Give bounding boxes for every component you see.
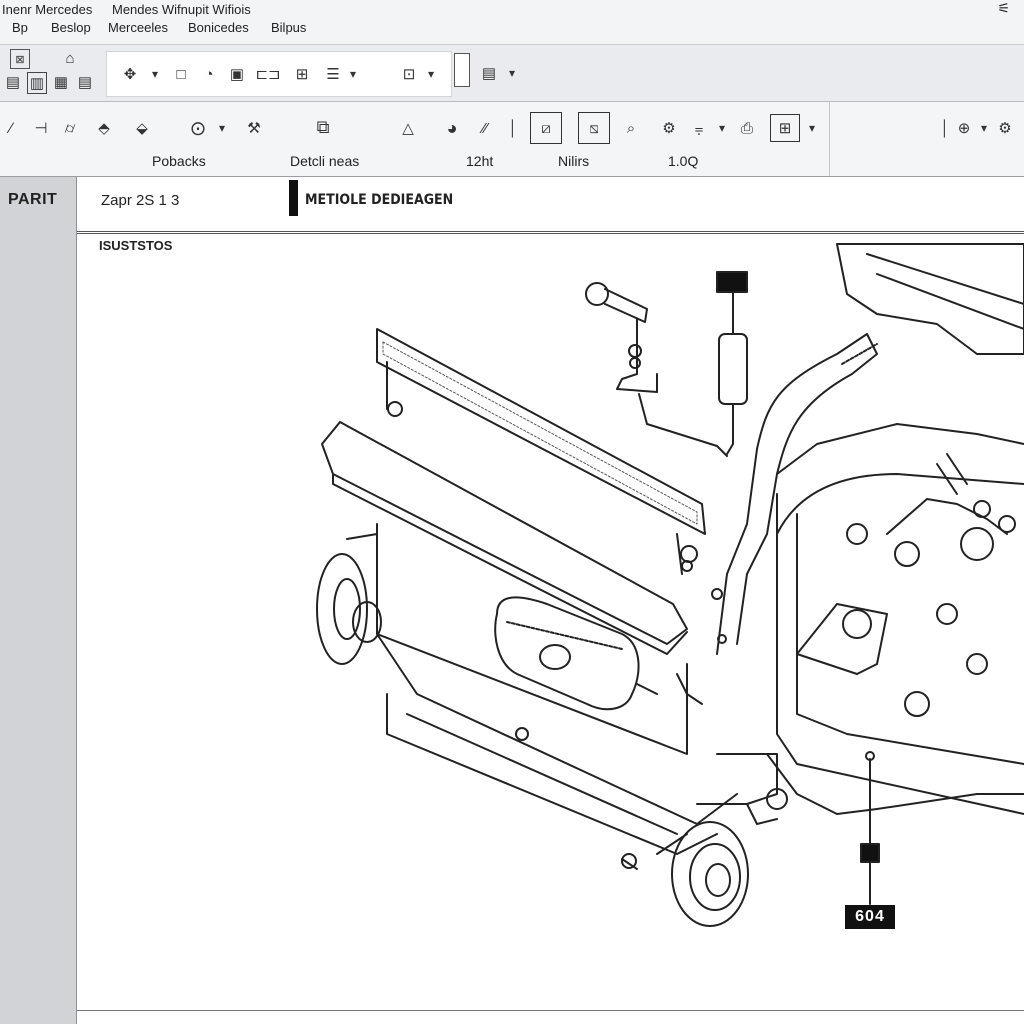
part-number: Zapr 2S 1 3 (101, 192, 180, 209)
chevron-down-icon[interactable]: ▾ (347, 64, 359, 84)
diagram-view[interactable]: ISUSTSTOS 604 (77, 234, 1024, 1011)
wrench-icon[interactable]: ⊣ (30, 116, 52, 140)
rotate-icon[interactable]: ⊙ (184, 116, 212, 140)
window-title: Inenr Mercedes (2, 2, 93, 17)
chevron-down-icon[interactable]: ▾ (716, 116, 728, 140)
lower-housing (346, 523, 738, 855)
toolbar-label-zoom: 1.0Q (668, 153, 699, 169)
zoom-icon[interactable]: ⊕ (950, 116, 978, 140)
divider-icon: │ (508, 119, 518, 137)
toolbar-tool-group: ✥ ▾ □ ◔ ▣ ⊏⊐ ⊞ ☰ ▾ ⊡ ▾ (106, 51, 452, 97)
title-bar: Inenr Mercedes Mendes Wifnupit Wifiois ⚟… (0, 0, 1024, 45)
rows-icon[interactable]: ☰ (322, 64, 344, 84)
settings-icon[interactable]: ⚙ (656, 116, 682, 140)
bottom-callout (860, 751, 880, 905)
eraser-icon[interactable]: ⬘ (92, 116, 116, 140)
document-icon[interactable]: ▦ (52, 72, 70, 92)
window-control-icon[interactable]: ⚟ (997, 0, 1010, 17)
panel-label: PARIT (8, 191, 58, 208)
left-panel: PARIT (0, 177, 77, 1024)
oil-pan-opening (494, 596, 640, 711)
left-pulley (316, 553, 382, 665)
probe-icon[interactable]: ⁄⁄ (468, 116, 502, 140)
chevron-down-icon[interactable]: ▾ (506, 63, 518, 83)
chevron-down-icon[interactable]: ▾ (216, 116, 228, 140)
chevron-down-icon[interactable]: ▾ (978, 116, 990, 140)
callout-label: 604 (845, 905, 895, 929)
cone-icon[interactable]: △ (396, 116, 420, 140)
square-icon[interactable]: □ (171, 64, 191, 84)
arrow-icon[interactable]: ∕ (4, 116, 18, 140)
layers-icon[interactable]: ⩦ (684, 116, 714, 140)
radiator-grille (376, 328, 706, 575)
menu-item-bilpus[interactable]: Bilpus (271, 20, 306, 35)
app-name: Mendes Wifnupit Wifiois (112, 2, 251, 17)
divider-icon: │ (940, 119, 950, 137)
toolbar-label-pobacks: Pobacks (152, 153, 206, 169)
image-icon[interactable]: ⊡ (399, 64, 419, 84)
menu-item-bp[interactable]: Bp (12, 20, 28, 35)
fittings (515, 588, 727, 741)
section-title: METIOLE DEDIEAGEN (305, 192, 454, 208)
schematic-icon[interactable]: ⧅ (578, 112, 610, 144)
toolbar-label-detcli: Detcli neas (290, 153, 360, 169)
plug-icon[interactable]: ⊞ (291, 64, 313, 84)
folder-open-icon[interactable]: ⌭ (56, 116, 84, 140)
chart-icon[interactable]: ▥ (27, 72, 47, 94)
toolbar-separator (829, 102, 830, 176)
toolbar-secondary: ∕ ⊣ ⌭ ⬘ ⬙ ⊙ ▾ ⚒ ⧉ △ ◕ ⁄⁄ │ ⧄ ⧅ ⌕ ⚙ ⩦ ▾ ⎙… (0, 102, 1024, 177)
diagram-icon[interactable]: ⧄ (530, 112, 562, 144)
toolbar-main: ⊠ ⌂ ▤ ▥ ▦ ▤ ✥ ▾ □ ◔ ▣ ⊏⊐ ⊞ ☰ ▾ ⊡ ▾ ▤ ▾ (0, 45, 1024, 102)
export-icon[interactable]: ⊞ (770, 114, 800, 142)
shape-icon[interactable]: ⌂ (60, 49, 80, 67)
manual-icon[interactable]: ⧉ (306, 112, 340, 142)
chevron-down-icon[interactable]: ▾ (149, 64, 161, 84)
menu-item-merceeles[interactable]: Merceeles (108, 20, 168, 35)
chevron-down-icon[interactable]: ▾ (425, 64, 437, 84)
gauge-icon[interactable]: ◕ (438, 116, 466, 140)
component-icon[interactable]: ▣ (227, 64, 247, 84)
tool-icon[interactable]: ⚒ (240, 116, 268, 140)
sensor-assembly (585, 282, 728, 457)
toolbar-label-nilirs: Nilirs (558, 153, 590, 169)
engine-block (696, 243, 1024, 825)
table-icon[interactable]: ▤ (76, 72, 94, 92)
expand-icon[interactable]: ⊠ (10, 49, 30, 69)
part-info-bar: Zapr 2S 1 3 METIOLE DEDIEAGEN (77, 177, 1024, 234)
menu-item-bonicedes[interactable]: Bonicedes (188, 20, 249, 35)
bottom-pulley (621, 821, 749, 927)
engine-assembly-drawing (316, 243, 1024, 927)
section-marker (289, 180, 298, 216)
page-icon[interactable]: ▤ (481, 63, 497, 83)
menu-item-beslop[interactable]: Beslop (51, 20, 91, 35)
select-tool-icon[interactable]: ✥ (117, 62, 143, 86)
printer-icon[interactable]: ⎙ (734, 116, 760, 140)
tools-icon[interactable]: ⚙ (992, 116, 1018, 140)
search-icon[interactable]: ⌕ (618, 116, 644, 140)
list-icon[interactable]: ▤ (4, 72, 22, 92)
connector-icon[interactable]: ⊏⊐ (255, 64, 280, 84)
gauge-icon[interactable]: ◔ (199, 64, 219, 84)
toolbar-label-12ht: 12ht (466, 153, 494, 169)
dropdown-field[interactable] (454, 53, 470, 87)
paint-icon[interactable]: ⬙ (130, 116, 154, 140)
top-callout (716, 271, 748, 455)
chevron-down-icon[interactable]: ▾ (806, 116, 818, 140)
